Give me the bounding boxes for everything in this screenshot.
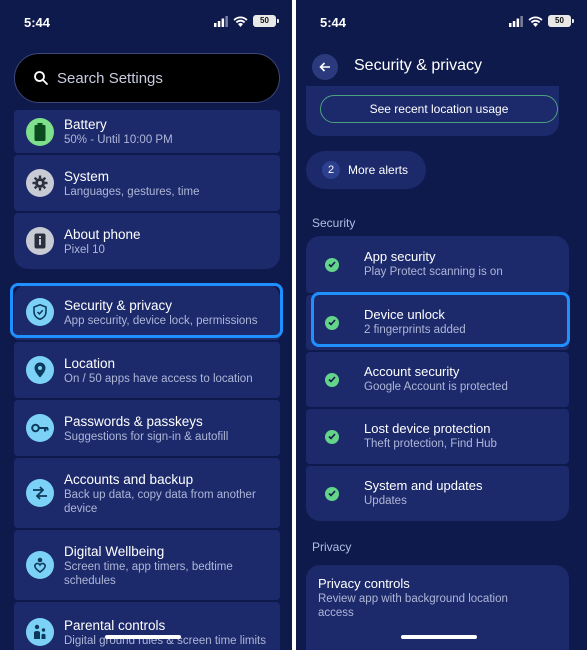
security-item-app-security[interactable]: App security Play Protect scanning is on xyxy=(306,236,569,293)
back-arrow-icon xyxy=(319,62,330,72)
key-icon xyxy=(31,423,49,433)
settings-item-title: Location xyxy=(64,355,116,371)
check-icon xyxy=(328,261,336,268)
location-pin-icon xyxy=(34,362,46,378)
security-item-system-updates[interactable]: System and updates Updates xyxy=(306,466,569,521)
check-icon xyxy=(328,376,336,383)
settings-item-security-privacy[interactable]: Security & privacy App security, device … xyxy=(14,284,280,340)
security-item-title: System and updates xyxy=(364,478,483,493)
check-icon xyxy=(328,433,336,440)
battery-level: 50 xyxy=(260,16,269,25)
settings-item-digital-wellbeing[interactable]: Digital Wellbeing Screen time, app timer… xyxy=(14,530,280,600)
section-header-privacy: Privacy xyxy=(312,540,352,554)
signal-icon xyxy=(509,15,523,27)
settings-item-subtitle: 50% - Until 10:00 PM xyxy=(64,134,173,146)
settings-item-system[interactable]: System Languages, gestures, time xyxy=(14,155,280,211)
settings-item-location[interactable]: Location On / 50 apps have access to loc… xyxy=(14,342,280,398)
security-item-subtitle: Theft protection, Find Hub xyxy=(364,438,497,450)
app-bar: Security & privacy xyxy=(296,50,587,84)
security-item-subtitle: Play Protect scanning is on xyxy=(364,266,503,278)
security-item-title: App security xyxy=(364,249,436,264)
status-time: 5:44 xyxy=(24,15,51,30)
status-bar: 5:44 50 xyxy=(296,0,587,48)
battery-icon xyxy=(34,122,46,141)
settings-item-subtitle: Back up data, copy data from another dev… xyxy=(64,488,256,515)
settings-item-subtitle: Screen time, app timers, bedtime schedul… xyxy=(64,560,233,587)
page-title: Security & privacy xyxy=(354,57,483,74)
back-button[interactable] xyxy=(312,54,338,80)
search-placeholder: Search Settings xyxy=(57,69,163,87)
settings-item-subtitle: App security, device lock, permissions xyxy=(64,314,258,327)
phone-info-icon xyxy=(34,233,46,249)
gear-icon xyxy=(32,175,48,191)
settings-item-parental-controls[interactable]: Parental controls Digital ground rules &… xyxy=(14,602,280,650)
privacy-item-title: Privacy controls xyxy=(318,576,410,591)
settings-item-title: Passwords & passkeys xyxy=(64,413,203,429)
shield-icon xyxy=(33,304,47,320)
wifi-icon xyxy=(233,16,248,27)
sync-arrows-icon xyxy=(33,486,47,500)
battery-status-icon: 50 xyxy=(253,15,279,27)
see-location-usage-button[interactable]: See recent location usage xyxy=(320,95,558,123)
check-icon xyxy=(328,319,336,326)
settings-item-title: Security & privacy xyxy=(64,297,173,313)
alerts-label: More alerts xyxy=(348,163,409,177)
alerts-count-badge: 2 xyxy=(322,161,340,179)
status-time: 5:44 xyxy=(320,15,347,30)
security-item-title: Account security xyxy=(364,364,460,379)
family-icon xyxy=(34,624,46,639)
home-indicator[interactable] xyxy=(105,635,181,639)
check-icon xyxy=(328,490,336,497)
battery-level: 50 xyxy=(555,16,564,25)
settings-item-title: Parental controls xyxy=(64,617,166,633)
settings-item-passwords[interactable]: Passwords & passkeys Suggestions for sig… xyxy=(14,400,280,456)
search-input[interactable]: Search Settings xyxy=(14,53,280,103)
settings-item-title: Digital Wellbeing xyxy=(64,543,165,559)
security-item-device-unlock[interactable]: Device unlock 2 fingerprints added xyxy=(306,295,569,350)
status-bar: 5:44 50 xyxy=(0,0,292,48)
security-item-title: Lost device protection xyxy=(364,421,491,436)
signal-icon xyxy=(214,15,228,27)
settings-item-subtitle: On / 50 apps have access to location xyxy=(64,372,253,385)
settings-item-subtitle: Suggestions for sign-in & autofill xyxy=(64,430,229,443)
settings-item-subtitle: Pixel 10 xyxy=(64,243,105,256)
security-item-account-security[interactable]: Account security Google Account is prote… xyxy=(306,352,569,407)
wifi-icon xyxy=(528,16,543,27)
settings-item-title: System xyxy=(64,168,110,184)
settings-item-subtitle: Languages, gestures, time xyxy=(64,185,200,198)
security-item-title: Device unlock xyxy=(364,307,445,322)
battery-status-icon: 50 xyxy=(548,15,574,27)
settings-item-title: Accounts and backup xyxy=(64,471,194,487)
search-icon xyxy=(34,71,48,85)
security-item-subtitle: Google Account is protected xyxy=(364,381,508,393)
privacy-item-subtitle: Review app with background location acce… xyxy=(318,593,508,619)
home-indicator[interactable] xyxy=(401,635,477,639)
settings-item-title: About phone xyxy=(64,226,141,242)
security-item-subtitle: Updates xyxy=(364,495,407,507)
more-alerts-button[interactable]: 2 More alerts xyxy=(306,151,426,189)
security-item-lost-device[interactable]: Lost device protection Theft protection,… xyxy=(306,409,569,464)
security-privacy-screen: 5:44 50 Security & privacy See recent lo… xyxy=(296,0,587,650)
location-card: See recent location usage xyxy=(306,86,559,136)
heart-person-icon xyxy=(34,557,46,573)
settings-item-about-phone[interactable]: About phone Pixel 10 xyxy=(14,213,280,269)
settings-item-battery[interactable]: Battery 50% - Until 10:00 PM xyxy=(14,110,280,153)
settings-screen: 5:44 50 Search Settings Battery 50% - Un… xyxy=(0,0,292,650)
settings-item-accounts-backup[interactable]: Accounts and backup Back up data, copy d… xyxy=(14,458,280,528)
security-item-subtitle: 2 fingerprints added xyxy=(364,324,466,336)
section-header-security: Security xyxy=(312,216,356,230)
settings-item-title: Battery xyxy=(64,117,107,132)
